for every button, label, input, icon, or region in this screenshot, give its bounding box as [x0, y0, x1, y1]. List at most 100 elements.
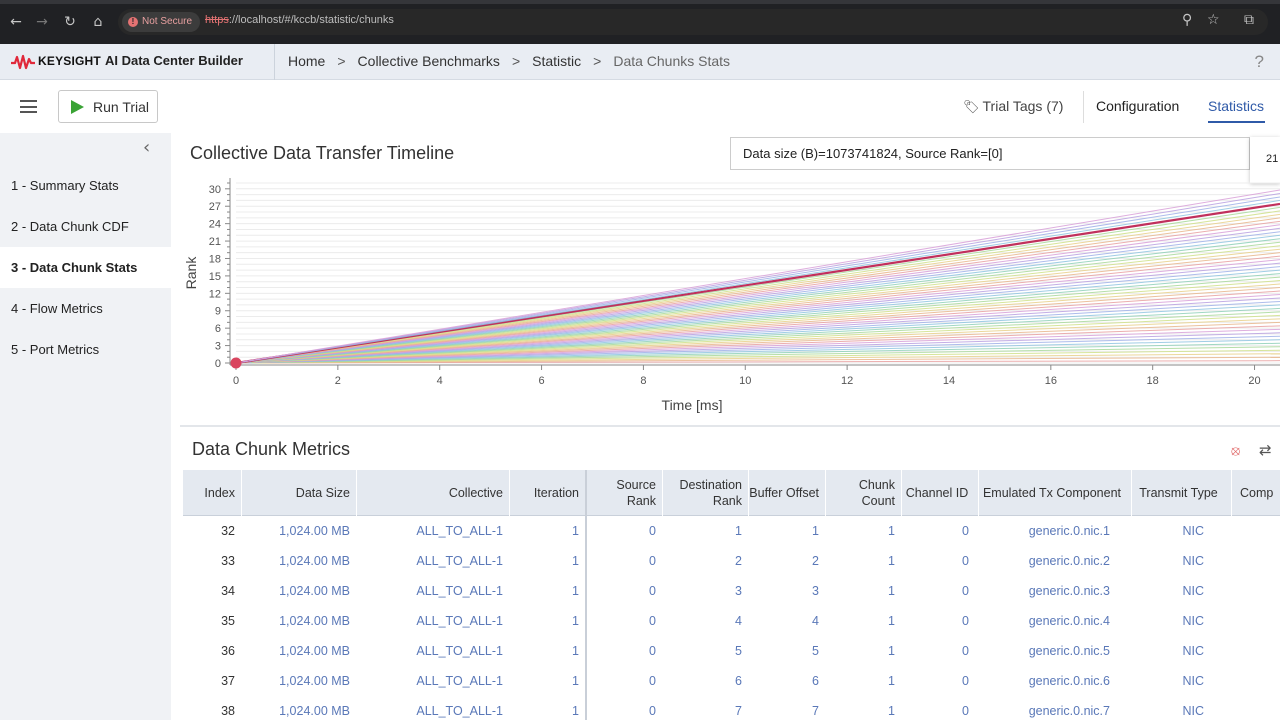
series-line[interactable]: [235, 255, 1280, 364]
chevron-right-icon: >: [511, 53, 521, 69]
run-trial-label: Run Trial: [93, 99, 150, 115]
breadcrumb-collective-benchmarks[interactable]: Collective Benchmarks: [358, 53, 500, 69]
cell-iteration: 1: [572, 524, 579, 538]
sidebar-item-flow-metrics[interactable]: 4 - Flow Metrics: [0, 288, 171, 329]
breadcrumb-home[interactable]: Home: [288, 53, 325, 69]
cell-chunk-count: 1: [888, 584, 895, 598]
series-line[interactable]: [235, 196, 1280, 364]
column-header-comp[interactable]: Comp: [1232, 470, 1280, 516]
not-secure-badge[interactable]: ! Not Secure: [122, 12, 201, 32]
cell-index: 37: [221, 674, 235, 688]
column-header-source-rank[interactable]: Source Rank: [586, 470, 663, 516]
column-header-transmit-type[interactable]: Transmit Type: [1132, 470, 1232, 516]
table-row[interactable]: 35 1,024.00 MB ALL_TO_ALL-1 1 0 4 4 1 0 generic.0…: [183, 606, 1280, 636]
bookmark-star-icon[interactable]: ☆: [1207, 12, 1220, 28]
chevron-right-icon: >: [337, 53, 346, 69]
trial-tags-button[interactable]: 🏷︎ Trial Tags (7): [963, 98, 1063, 115]
table-row[interactable]: 34 1,024.00 MB ALL_TO_ALL-1 1 0 3 3 1 0 generic.0…: [183, 576, 1280, 606]
keysight-logo-icon: [11, 54, 35, 70]
tab-configuration[interactable]: Configuration: [1096, 98, 1179, 114]
cell-source-rank: 0: [649, 704, 656, 718]
filter-clear-icon[interactable]: ⦻: [1231, 443, 1240, 459]
series-line[interactable]: [235, 266, 1280, 364]
cell-chunk-count: 1: [888, 644, 895, 658]
start-point-marker[interactable]: [230, 357, 242, 369]
cell-source-rank: 0: [649, 584, 656, 598]
y-tick-label: 9: [215, 306, 221, 318]
x-tick-label: 20: [1248, 375, 1260, 387]
column-header-iteration[interactable]: Iteration: [510, 470, 586, 516]
cell-channel-id: 0: [962, 644, 969, 658]
column-header-data-size[interactable]: Data Size: [242, 470, 357, 516]
chart-info-box: Data size (B)=1073741824, Source Rank=[0…: [730, 137, 1250, 170]
collapse-sidebar-icon[interactable]: ‹: [143, 137, 150, 158]
brand-name: KEYSIGHT: [38, 54, 101, 68]
table-row[interactable]: 37 1,024.00 MB ALL_TO_ALL-1 1 0 6 6 1 0 generic.0…: [183, 666, 1280, 696]
metrics-title: Data Chunk Metrics: [192, 439, 351, 459]
back-arrow-icon[interactable]: ←: [6, 12, 26, 32]
chevron-right-icon: >: [593, 53, 602, 69]
x-axis-label: Time [ms]: [662, 397, 723, 413]
toolbar-divider: [1083, 91, 1084, 123]
column-header-destination-rank[interactable]: Destination Rank: [663, 470, 749, 516]
x-tick-label: 16: [1045, 375, 1057, 387]
cell-data-size: 1,024.00 MB: [279, 554, 350, 568]
home-icon[interactable]: ⌂: [88, 12, 108, 32]
run-trial-button[interactable]: Run Trial: [58, 90, 158, 123]
app-name: AI Data Center Builder: [105, 53, 243, 68]
table-row[interactable]: 36 1,024.00 MB ALL_TO_ALL-1 1 0 5 5 1 0 generic.0…: [183, 636, 1280, 666]
forward-arrow-icon[interactable]: →: [32, 12, 52, 32]
sidebar: ‹ 1 - Summary Stats 2 - Data Chunk CDF 3…: [0, 133, 171, 720]
series-line[interactable]: [235, 220, 1280, 364]
zoom-icon[interactable]: ⚲: [1182, 12, 1192, 28]
x-tick-label: 8: [640, 375, 646, 387]
sidebar-item-data-chunk-cdf[interactable]: 2 - Data Chunk CDF: [0, 206, 171, 247]
cell-emulated-tx-component: generic.0.nic.7: [1028, 704, 1110, 718]
cell-emulated-tx-component: generic.0.nic.1: [1028, 524, 1110, 538]
y-tick-label: 0: [215, 358, 221, 370]
column-header-index[interactable]: Index: [183, 470, 242, 516]
column-header-collective[interactable]: Collective: [357, 470, 510, 516]
x-tick-label: 12: [841, 375, 853, 387]
not-secure-label: Not Secure: [142, 16, 193, 27]
cell-data-size: 1,024.00 MB: [279, 614, 350, 628]
hamburger-menu-icon[interactable]: [20, 100, 37, 113]
cell-data-size: 1,024.00 MB: [279, 704, 350, 718]
cell-destination-rank: 2: [735, 554, 742, 568]
swap-icon[interactable]: ⇄: [1259, 441, 1272, 459]
cell-data-size: 1,024.00 MB: [279, 524, 350, 538]
table-row[interactable]: 32 1,024.00 MB ALL_TO_ALL-1 1 0 1 1 1 0 generic.0…: [183, 516, 1280, 546]
extensions-icon[interactable]: ⧉: [1244, 12, 1254, 28]
y-tick-label: 12: [209, 288, 221, 300]
help-icon[interactable]: ?: [1255, 52, 1264, 72]
section-divider[interactable]: [180, 425, 1280, 427]
breadcrumb-statistic[interactable]: Statistic: [532, 53, 581, 69]
cell-chunk-count: 1: [888, 614, 895, 628]
reload-icon[interactable]: ↻: [60, 12, 80, 32]
timeline-chart[interactable]: 0369121518212427300 2 4 6 8 10 12 14 16 18 20Time …: [172, 170, 1280, 420]
warning-icon: !: [128, 17, 138, 27]
cell-chunk-count: 1: [888, 554, 895, 568]
column-header-buffer-offset[interactable]: Buffer Offset: [749, 470, 826, 516]
y-tick-label: 30: [209, 184, 221, 196]
column-header-channel-id[interactable]: Channel ID: [902, 470, 979, 516]
sidebar-item-summary-stats[interactable]: 1 - Summary Stats: [0, 165, 171, 206]
sidebar-item-port-metrics[interactable]: 5 - Port Metrics: [0, 329, 171, 370]
cell-collective: ALL_TO_ALL-1: [416, 554, 503, 568]
table-row[interactable]: 38 1,024.00 MB ALL_TO_ALL-1 1 0 7 7 1 0 generic.0…: [183, 696, 1280, 720]
table-row[interactable]: 33 1,024.00 MB ALL_TO_ALL-1 1 0 2 2 1 0 generic.0…: [183, 546, 1280, 576]
frozen-column-divider: [585, 470, 587, 720]
y-axis-label: Rank: [183, 256, 199, 290]
sidebar-item-data-chunk-stats[interactable]: 3 - Data Chunk Stats: [0, 247, 171, 288]
cell-buffer-offset: 5: [812, 644, 819, 658]
chart-title: Collective Data Transfer Timeline: [190, 143, 455, 163]
cell-source-rank: 0: [649, 524, 656, 538]
tab-statistics[interactable]: Statistics: [1208, 98, 1264, 114]
url-text[interactable]: https://localhost/#/kccb/statistic/chunk…: [205, 14, 394, 26]
cell-collective: ALL_TO_ALL-1: [416, 704, 503, 718]
column-header-chunk-count[interactable]: Chunk Count: [826, 470, 902, 516]
cell-iteration: 1: [572, 614, 579, 628]
cell-emulated-tx-component: generic.0.nic.3: [1028, 584, 1110, 598]
x-tick-label: 0: [233, 375, 239, 387]
column-header-emulated-tx-component[interactable]: Emulated Tx Component: [979, 470, 1132, 516]
